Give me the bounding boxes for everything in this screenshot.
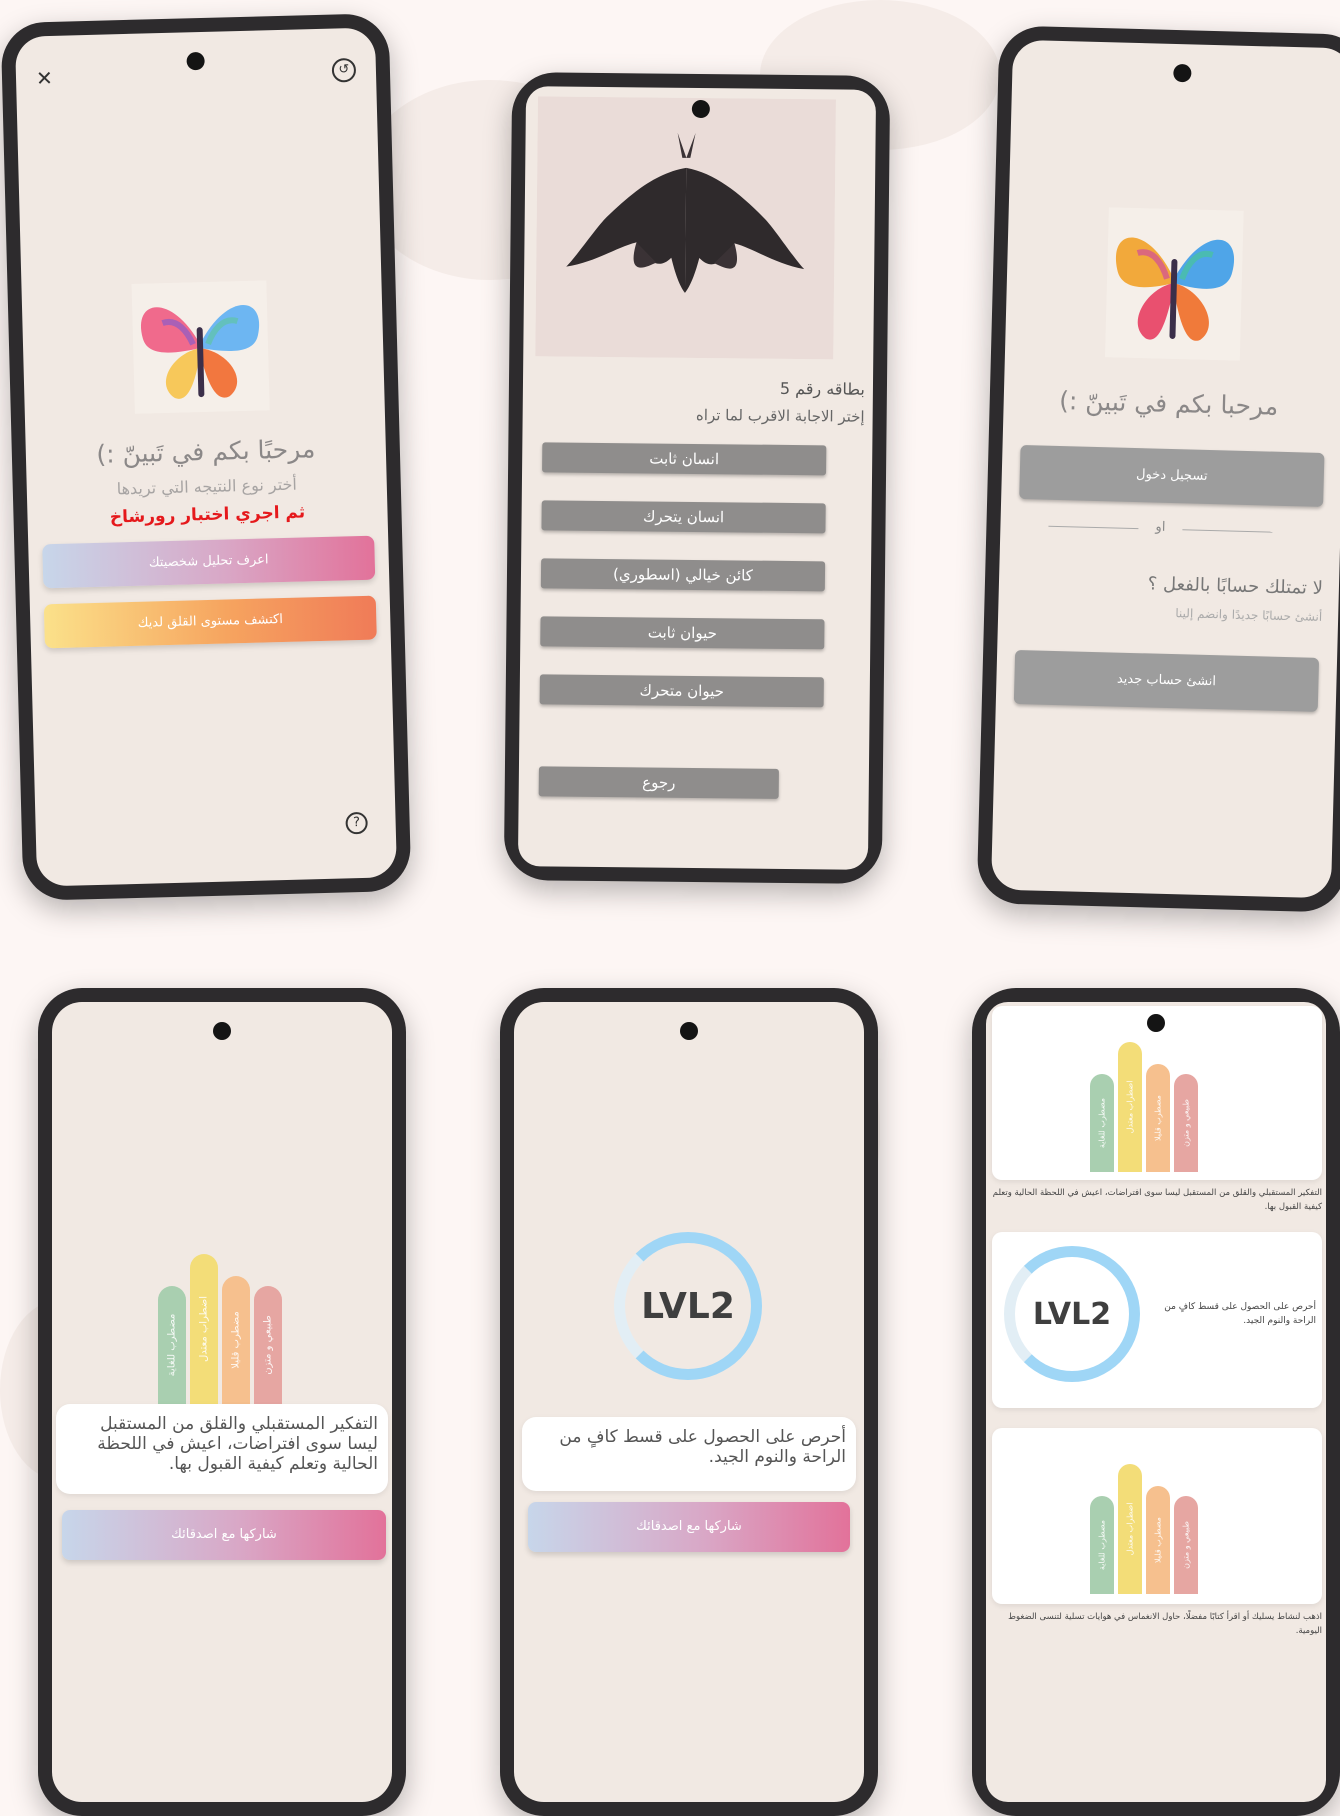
history-screen: مضطرب للغاية اضطراب معتدل مضطرب قليلا طب…	[986, 1002, 1326, 1802]
anxiety-bars: مضطرب للغاية اضطراب معتدل مضطرب قليلا طب…	[1090, 1464, 1198, 1594]
butterfly-logo	[131, 280, 270, 414]
bar-balanced: طبيعي و متزن	[1174, 1074, 1198, 1172]
butterfly-logo	[1104, 207, 1244, 361]
front-camera	[186, 51, 205, 71]
anxiety-bars: مضطرب للغاية اضطراب معتدل مضطرب قليلا طب…	[158, 1254, 282, 1404]
inkblot-image	[535, 96, 836, 360]
phone-card-question: بطاقه رقم 5 إختر الاجابة الاقرب لما تراه…	[503, 72, 891, 884]
login-button[interactable]: تسجيل دخول	[1019, 445, 1325, 507]
option-button[interactable]: حيوان متحرك	[539, 674, 824, 708]
option-button[interactable]: كائن خيالي (اسطوري)	[540, 558, 826, 592]
close-icon[interactable]: ✕	[36, 66, 53, 90]
advice-card: أحرص على الحصول على قسط كافٍ من الراحة و…	[522, 1417, 856, 1491]
phone-welcome: ✕ ↺ مرحبًا بكم في تَبينّ :) أختر نوع الن…	[0, 13, 412, 901]
divider-left	[1048, 525, 1139, 530]
bar-balanced: طبيعي و متزن	[254, 1286, 282, 1404]
bar-very-anxious: مضطرب للغاية	[1090, 1496, 1114, 1594]
advice-card: التفكير المستقبلي والقلق من المستقبل ليس…	[56, 1404, 388, 1494]
or-label: او	[1155, 519, 1166, 535]
anxiety-level-button[interactable]: اكتشف مستوى القلق لديك	[43, 595, 377, 649]
history-entry-text: أحرص على الحصول على قسط كافٍ من الراحة و…	[1164, 1302, 1316, 1326]
history-card-level: LVL2 أحرص على الحصول على قسط كافٍ من الر…	[992, 1232, 1322, 1408]
no-account-hint: أنشئ حسابًا جديدًا وانضم إلينا	[1175, 606, 1323, 624]
anxiety-result-screen: مضطرب للغاية اضطراب معتدل مضطرب قليلا طب…	[52, 1002, 392, 1802]
card-screen: بطاقه رقم 5 إختر الاجابة الاقرب لما تراه…	[517, 86, 877, 870]
history-icon[interactable]: ↺	[331, 57, 357, 83]
bar-moderate: اضطراب معتدل	[190, 1254, 218, 1404]
phone-anxiety-result: مضطرب للغاية اضطراب معتدل مضطرب قليلا طب…	[38, 988, 406, 1816]
anxiety-bars: مضطرب للغاية اضطراب معتدل مضطرب قليلا طب…	[1090, 1042, 1198, 1172]
history-card-anxiety: مضطرب للغاية اضطراب معتدل مضطرب قليلا طب…	[992, 1006, 1322, 1180]
bar-slightly-anxious: مضطرب قليلا	[1146, 1486, 1170, 1594]
phone-level-result: LVL2 أحرص على الحصول على قسط كافٍ من الر…	[500, 988, 878, 1816]
phone-history: مضطرب للغاية اضطراب معتدل مضطرب قليلا طب…	[972, 988, 1340, 1816]
bar-slightly-anxious: مضطرب قليلا	[1146, 1064, 1170, 1172]
bar-very-anxious: مضطرب للغاية	[158, 1286, 186, 1404]
advice-text: التفكير المستقبلي والقلق من المستقبل ليس…	[97, 1414, 378, 1474]
bar-moderate: اضطراب معتدل	[1118, 1042, 1142, 1172]
level-value: LVL2	[1032, 1296, 1112, 1332]
personality-analysis-button[interactable]: اعرف تحليل شخصيتك	[42, 535, 376, 589]
divider-right	[1182, 529, 1273, 533]
login-screen: مرحبا بكم في تَبينّ :) تسجيل دخول او لا …	[990, 39, 1340, 899]
login-title: مرحبا بكم في تَبينّ :)	[1058, 386, 1279, 421]
share-button[interactable]: شاركها مع اصدقائك	[528, 1502, 850, 1552]
front-camera	[1173, 63, 1192, 83]
option-button[interactable]: انسان يتحرك	[541, 500, 826, 534]
no-account-text: لا تمتلك حسابًا بالفعل ؟	[1147, 573, 1324, 599]
help-icon[interactable]: ?	[345, 811, 368, 835]
advice-text: أحرص على الحصول على قسط كافٍ من الراحة و…	[559, 1427, 846, 1467]
phone-login: مرحبا بكم في تَبينّ :) تسجيل دخول او لا …	[976, 25, 1340, 913]
front-camera	[1147, 1014, 1165, 1032]
welcome-screen: ✕ ↺ مرحبًا بكم في تَبينّ :) أختر نوع الن…	[14, 27, 398, 887]
signup-button[interactable]: انشئ حساب جديد	[1013, 649, 1320, 712]
card-number: بطاقه رقم 5	[779, 378, 866, 399]
rorschach-instruction: ثم اجري اختبار رورشاخ	[109, 502, 306, 528]
front-camera	[680, 1022, 698, 1040]
welcome-subtitle: أختر نوع النتيجه التي تريدها	[116, 474, 298, 499]
level-value: LVL2	[641, 1285, 735, 1327]
history-entry-text: اذهب لنشاط يسليك أو اقرأ كتابًا مفضلًا، …	[1008, 1612, 1322, 1636]
level-result-screen: LVL2 أحرص على الحصول على قسط كافٍ من الر…	[514, 1002, 864, 1802]
card-question: إختر الاجابة الاقرب لما تراه	[695, 405, 865, 426]
front-camera	[213, 1022, 231, 1040]
bar-slightly-anxious: مضطرب قليلا	[222, 1276, 250, 1404]
history-entry-text: التفكير المستقبلي والقلق من المستقبل ليس…	[992, 1188, 1322, 1212]
bar-very-anxious: مضطرب للغاية	[1090, 1074, 1114, 1172]
level-ring: LVL2	[1004, 1246, 1140, 1382]
option-button[interactable]: انسان ثابت	[542, 442, 827, 476]
history-card-anxiety-2: مضطرب للغاية اضطراب معتدل مضطرب قليلا طب…	[992, 1428, 1322, 1604]
bar-balanced: طبيعي و متزن	[1174, 1496, 1198, 1594]
back-button[interactable]: رجوع	[538, 766, 779, 799]
front-camera	[691, 99, 710, 119]
welcome-title: مرحبًا بكم في تَبينّ :)	[95, 434, 316, 469]
bar-moderate: اضطراب معتدل	[1118, 1464, 1142, 1594]
share-button[interactable]: شاركها مع اصدقائك	[62, 1510, 386, 1560]
option-button[interactable]: حيوان ثابت	[540, 616, 825, 650]
level-ring: LVL2	[614, 1232, 762, 1380]
